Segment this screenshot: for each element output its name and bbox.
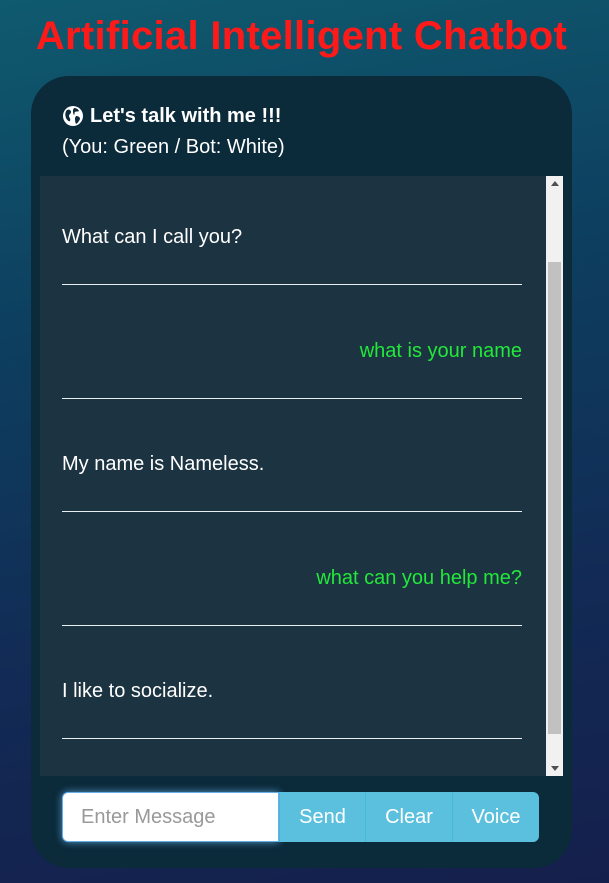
bot-message: I like to socialize. — [62, 680, 214, 702]
message-item: I like to socialize. — [62, 626, 522, 739]
message-item: What can I call you? — [62, 176, 522, 285]
message-input[interactable] — [62, 792, 279, 842]
header-legend: (You: Green / Bot: White) — [62, 136, 285, 158]
user-message: what can you help me? — [316, 566, 522, 589]
header-title: Let's talk with me !!! — [90, 104, 282, 127]
message-item: what is your name — [62, 285, 522, 399]
bot-message: My name is Nameless. — [62, 453, 265, 475]
scroll-thumb[interactable] — [548, 262, 561, 734]
chat-panel: Let's talk with me !!! (You: Green / Bot… — [31, 76, 572, 868]
user-message: what is your name — [359, 339, 522, 362]
message-item: what can you help me? — [62, 512, 522, 626]
message-item: My name is Nameless. — [62, 399, 522, 512]
app-title: Artificial Intelligent Chatbot — [35, 14, 568, 58]
messages-box[interactable]: What can I call you? what is your name M… — [40, 176, 563, 776]
bot-message: What can I call you? — [62, 226, 243, 248]
clear-button[interactable]: Clear — [365, 792, 452, 842]
input-bar: Send Clear Voice — [62, 792, 539, 842]
send-button[interactable]: Send — [279, 792, 365, 842]
messages-scrollbar[interactable] — [546, 176, 563, 776]
voice-button[interactable]: Voice — [452, 792, 539, 842]
scroll-up-arrow-icon[interactable] — [551, 181, 559, 186]
globe-icon — [62, 105, 84, 127]
chat-header: Let's talk with me !!! (You: Green / Bot… — [62, 104, 285, 159]
scroll-down-arrow-icon[interactable] — [551, 766, 559, 771]
messages-list: What can I call you? what is your name M… — [62, 176, 522, 739]
header-title-row: Let's talk with me !!! — [62, 104, 285, 128]
